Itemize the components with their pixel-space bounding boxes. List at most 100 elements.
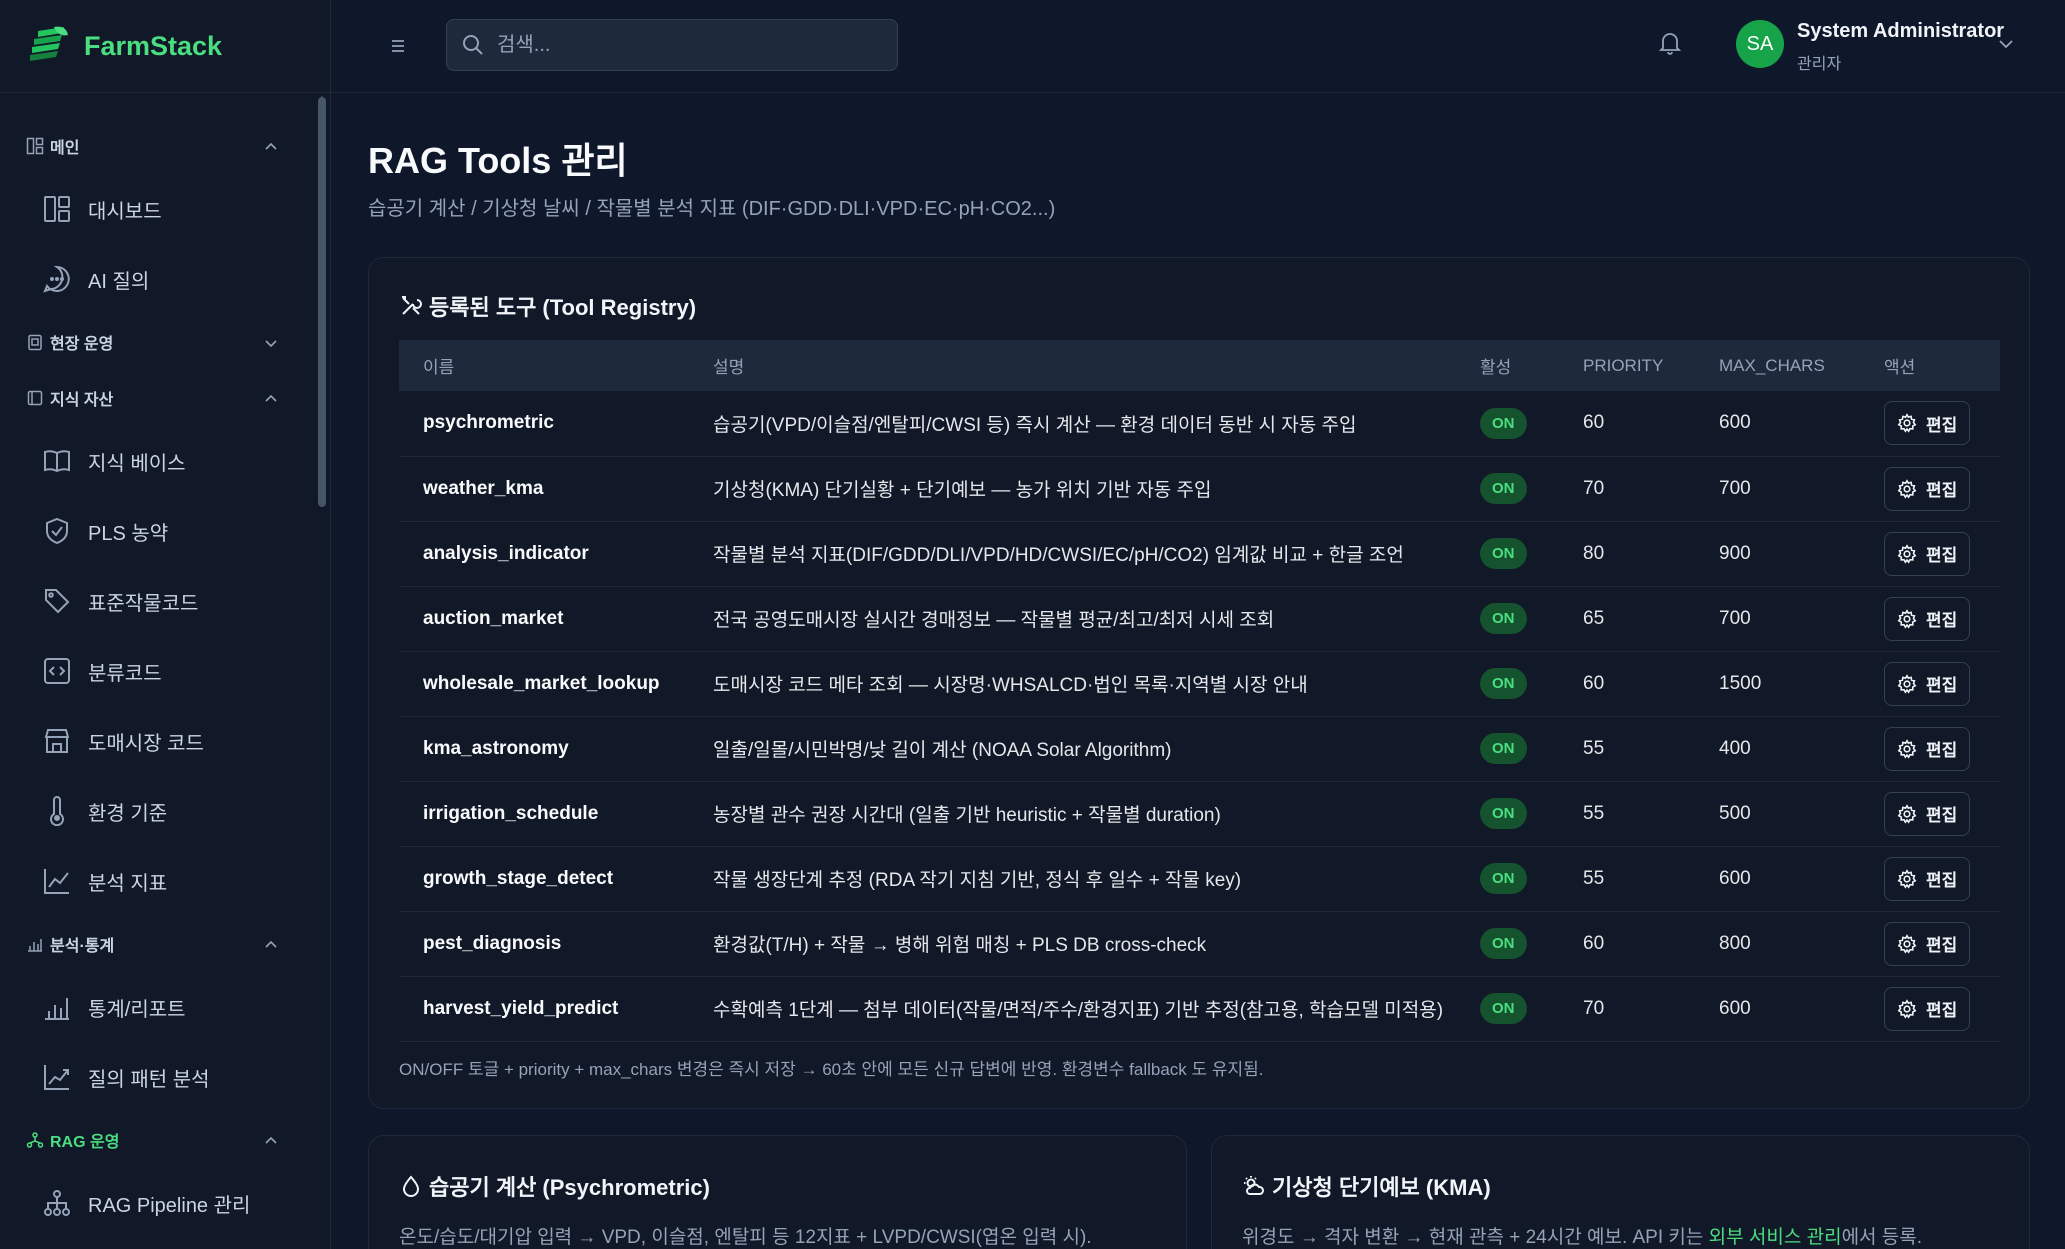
search-input[interactable] <box>497 33 877 57</box>
gear-icon <box>1897 673 1917 694</box>
col-priority[interactable]: PRIORITY <box>1559 340 1695 391</box>
book-open-icon <box>44 450 70 473</box>
sidebar-item-class-code[interactable]: 분류코드 <box>0 636 318 706</box>
tool-priority: 60 <box>1583 412 1605 434</box>
col-name[interactable]: 이름 <box>399 340 689 391</box>
section-rag-ops[interactable]: RAG 운영 <box>0 1112 318 1168</box>
tool-max-chars: 600 <box>1719 997 1751 1019</box>
edit-label: 편집 <box>1926 676 1958 695</box>
table-row: pest_diagnosis 환경값(T/H) + 작물 → 병해 위험 매칭 +… <box>399 911 2000 976</box>
active-toggle[interactable]: ON <box>1480 668 1527 699</box>
active-toggle[interactable]: ON <box>1480 798 1527 829</box>
dashboard-icon <box>44 196 70 222</box>
shield-check-icon <box>46 517 68 545</box>
sidebar-item-rag-pipeline[interactable]: RAG Pipeline 관리 <box>0 1168 318 1238</box>
top-header: SA System Administrator 관리자 <box>331 0 2065 93</box>
sidebar-item-query-pattern[interactable]: 질의 패턴 분석 <box>0 1042 318 1112</box>
sidebar-item-market-code[interactable]: 도매시장 코드 <box>0 706 318 776</box>
sidebar-item-knowledge-base[interactable]: 지식 베이스 <box>0 426 318 496</box>
sidebar-item-analysis-indicator[interactable]: 분석 지표 <box>0 846 318 916</box>
sidebar-item-env-standard[interactable]: 환경 기준 <box>0 776 318 846</box>
active-toggle[interactable]: ON <box>1480 928 1527 959</box>
sidebar-item-crop-code[interactable]: 표준작물코드 <box>0 566 318 636</box>
tool-name: harvest_yield_predict <box>423 997 619 1019</box>
search-box[interactable] <box>446 19 898 71</box>
tools-icon <box>402 296 422 315</box>
thermometer-icon <box>50 796 64 826</box>
col-active[interactable]: 활성 <box>1456 340 1559 391</box>
sidebar-item-stats-report[interactable]: 통계/리포트 <box>0 972 318 1042</box>
active-toggle[interactable]: ON <box>1480 733 1527 764</box>
edit-button[interactable]: 편집 <box>1884 921 1971 966</box>
active-toggle[interactable]: ON <box>1480 993 1527 1024</box>
card-description: 온도/습도/대기압 입력 → VPD, 이슬점, 엔탈피 등 12지표 + LV… <box>399 1227 1092 1248</box>
table-row: auction_market 전국 공영도매시장 실시간 경매정보 — 작물별 평… <box>399 586 2000 651</box>
external-service-link[interactable]: 외부 서비스 관리 <box>1709 1227 1842 1248</box>
tool-priority: 55 <box>1583 737 1605 759</box>
tool-name: wholesale_market_lookup <box>423 672 660 694</box>
edit-button[interactable]: 편집 <box>1884 466 1971 511</box>
edit-button[interactable]: 편집 <box>1884 791 1971 836</box>
pipeline-icon <box>44 1190 70 1216</box>
tool-name: weather_kma <box>423 477 544 499</box>
active-toggle[interactable]: ON <box>1480 863 1527 894</box>
brand[interactable]: FarmStack <box>0 0 330 93</box>
sidebar-item-dashboard[interactable]: 대시보드 <box>0 174 318 244</box>
tool-action-cell: 편집 <box>1860 846 2000 911</box>
col-desc[interactable]: 설명 <box>689 340 1456 391</box>
gear-icon <box>1897 543 1917 564</box>
sidebar-scrollbar[interactable] <box>318 97 326 507</box>
active-toggle[interactable]: ON <box>1480 603 1527 634</box>
edit-button[interactable]: 편집 <box>1884 726 1971 771</box>
registry-footnote: ON/OFF 토글 + priority + max_chars 변경은 즉시 … <box>399 1060 1264 1079</box>
section-main[interactable]: 메인 <box>0 118 318 174</box>
section-knowledge[interactable]: 지식 자산 <box>0 370 318 426</box>
sidebar-nav: 메인 대시보드 AI 질의 현장 운영 지식 자산 지식 베이스 PLS 농약 … <box>0 93 318 1238</box>
tool-priority: 60 <box>1583 672 1605 694</box>
gear-icon <box>1897 478 1917 499</box>
edit-label: 편집 <box>1926 415 1958 435</box>
tool-max-chars: 900 <box>1719 542 1751 564</box>
section-analytics[interactable]: 분석·통계 <box>0 916 318 972</box>
layout-icon <box>26 137 44 155</box>
chevron-down-icon[interactable] <box>1996 34 2016 54</box>
edit-button[interactable]: 편집 <box>1884 661 1971 706</box>
active-toggle[interactable]: ON <box>1480 538 1527 569</box>
active-toggle[interactable]: ON <box>1480 407 1527 439</box>
tool-name: growth_stage_detect <box>423 867 614 889</box>
sidebar-item-ai-query[interactable]: AI 질의 <box>0 244 318 314</box>
tool-description: 일출/일몰/시민박명/낮 길이 계산 (NOAA Solar Algorithm… <box>713 740 1172 761</box>
page-title: RAG Tools 관리 <box>368 140 628 181</box>
bell-icon[interactable] <box>1657 30 1683 56</box>
tool-action-cell: 편집 <box>1860 716 2000 781</box>
tool-priority: 70 <box>1583 997 1605 1019</box>
page-subtitle: 습공기 계산 / 기상청 날씨 / 작물별 분석 지표 (DIF·GDD·DLI… <box>368 198 1056 220</box>
tag-icon <box>45 589 70 614</box>
section-field-ops[interactable]: 현장 운영 <box>0 314 318 370</box>
table-row: analysis_indicator 작물별 분석 지표(DIF/GDD/DLI/… <box>399 521 2000 586</box>
section-label: 메인 <box>50 140 80 157</box>
tool-active-cell: ON <box>1456 586 1559 651</box>
tool-priority: 70 <box>1583 477 1605 499</box>
sidebar-item-label: 질의 패턴 분석 <box>88 1068 210 1091</box>
edit-button[interactable]: 편집 <box>1884 401 1971 446</box>
edit-button[interactable]: 편집 <box>1884 596 1971 641</box>
network-icon <box>26 1132 44 1148</box>
sidebar-item-pls[interactable]: PLS 농약 <box>0 496 318 566</box>
edit-button[interactable]: 편집 <box>1884 531 1971 576</box>
farmstack-logo-icon <box>30 26 68 61</box>
gear-icon <box>1897 413 1917 433</box>
tool-description: 작물 생장단계 추정 (RDA 작기 지침 기반, 정식 후 일수 + 작물 k… <box>713 870 1242 891</box>
edit-button[interactable]: 편집 <box>1884 856 1971 901</box>
tool-name: auction_market <box>423 607 564 629</box>
edit-button[interactable]: 편집 <box>1884 986 1971 1031</box>
section-label: 지식 자산 <box>50 392 114 409</box>
chevron-down-icon <box>265 340 277 348</box>
active-toggle[interactable]: ON <box>1480 473 1527 504</box>
user-name[interactable]: System Administrator <box>1797 20 2004 43</box>
menu-icon[interactable] <box>386 34 410 58</box>
table-row: harvest_yield_predict 수확예측 1단계 — 첨부 데이터(작… <box>399 976 2000 1041</box>
avatar[interactable]: SA <box>1736 20 1784 68</box>
sidebar-item-label: 분류코드 <box>88 662 162 685</box>
col-max-chars[interactable]: MAX_CHARS <box>1695 340 1860 391</box>
